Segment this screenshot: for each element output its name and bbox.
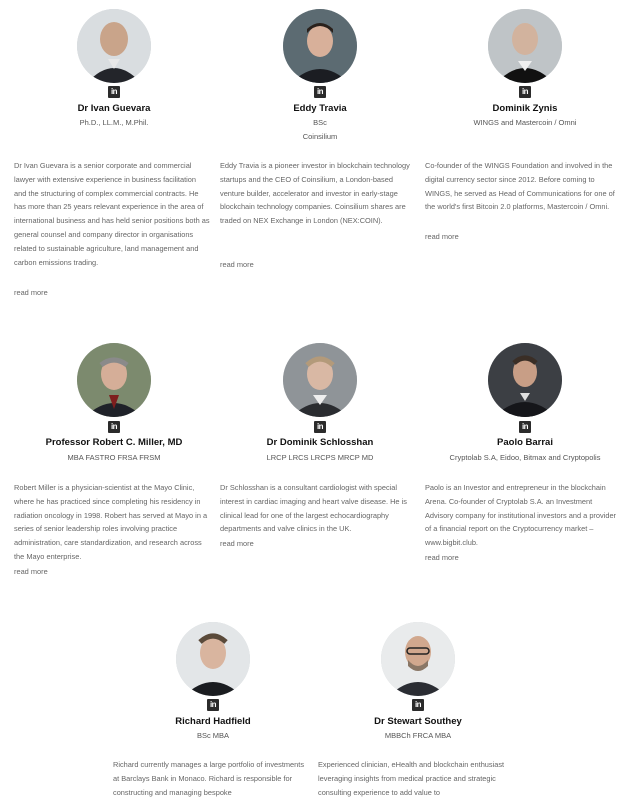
read-more-link[interactable]: read more [425,553,459,562]
read-more-link[interactable]: read more [220,539,254,548]
member-name: Richard Hadfield [175,716,251,727]
linkedin-icon[interactable]: in [314,86,326,98]
read-more-link[interactable]: read more [14,567,48,576]
portrait-icon [283,9,357,83]
member-bio: Eddy Travia is a pioneer investor in blo… [220,161,410,226]
member-title: WINGS and Mastercoin / Omni [473,118,577,127]
member-name: Dr Stewart Southey [374,716,462,727]
member-bio: Dr Schlosshan is a consultant cardiologi… [220,483,407,534]
member-bio: Experienced clinician, eHealth and block… [318,760,505,797]
linkedin-icon[interactable]: in [519,421,531,433]
portrait-icon [488,9,562,83]
member-title: BSc [313,118,327,127]
linkedin-icon[interactable]: in [519,86,531,98]
member-name: Dominik Zynis [492,103,558,114]
linkedin-icon[interactable]: in [108,86,120,98]
linkedin-icon[interactable]: in [207,699,219,711]
member-name: Eddy Travia [293,103,347,114]
member-title: Ph.D., LL.M., M.Phil. [79,118,149,127]
member-bio: Dr Ivan Guevara is a senior corporate an… [14,161,210,267]
portrait-icon [488,343,562,417]
portrait-icon [176,622,250,696]
read-more-link[interactable]: read more [14,288,48,297]
portrait-icon [283,343,357,417]
member-name: Dr Ivan Guevara [77,103,151,114]
member-title: MBA FASTRO FRSA FRSM [67,453,161,462]
member-org: Coinsilium [302,132,338,141]
linkedin-icon[interactable]: in [314,421,326,433]
member-title: MBBCh FRCA MBA [384,731,452,740]
member-name: Professor Robert C. Miller, MD [45,437,183,448]
member-bio: Paolo is an Investor and entrepreneur in… [425,483,617,548]
portrait-icon [381,622,455,696]
portrait-icon [77,9,151,83]
member-name: Paolo Barrai [497,437,553,448]
portrait-icon [77,343,151,417]
linkedin-icon[interactable]: in [108,421,120,433]
member-title: LRCP LRCS LRCPS MRCP MD [266,453,374,462]
member-title: Cryptolab S.A, Eidoo, Bitmax and Cryptop… [449,453,601,462]
read-more-link[interactable]: read more [425,232,459,241]
member-bio: Co-founder of the WINGS Foundation and i… [425,161,615,212]
member-bio: Richard currently manages a large portfo… [113,760,305,797]
member-bio: Robert Miller is a physician-scientist a… [14,483,208,561]
member-name: Dr Dominik Schlosshan [266,437,374,448]
member-title: BSc MBA [196,731,230,740]
read-more-link[interactable]: read more [220,260,254,269]
linkedin-icon[interactable]: in [412,699,424,711]
